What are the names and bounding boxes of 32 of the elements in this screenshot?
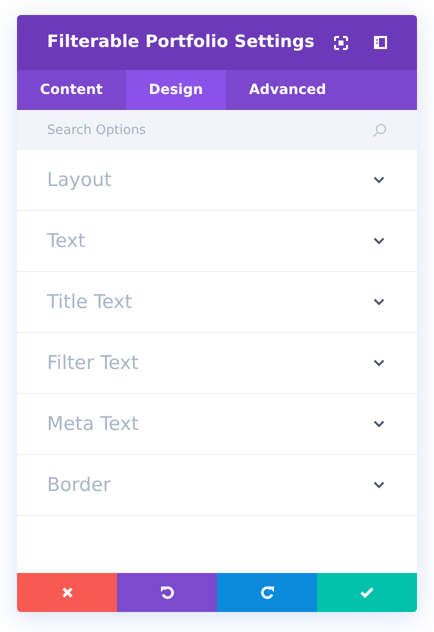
chevron-icon: [373, 481, 385, 489]
check-icon: [360, 587, 374, 598]
section-toggle[interactable]: Layout: [17, 150, 417, 211]
sidebar-toggle-button[interactable]: [374, 36, 387, 49]
chevron-icon: [373, 237, 385, 245]
section-toggle[interactable]: Text: [17, 211, 417, 272]
section-label: Border: [47, 472, 112, 498]
search-field[interactable]: Search Options: [17, 110, 417, 150]
chevron-icon: [373, 298, 385, 306]
tab[interactable]: Content: [17, 70, 126, 110]
section-toggle[interactable]: Meta Text: [17, 394, 417, 455]
close-icon: [62, 587, 72, 598]
undo-button[interactable]: [117, 573, 217, 612]
chevron-icon: [373, 359, 385, 367]
section-label: Text: [47, 228, 86, 254]
tab[interactable]: Design: [126, 70, 226, 110]
undo-icon: [160, 585, 174, 600]
fullscreen-button[interactable]: [334, 36, 348, 50]
section-toggle[interactable]: Border: [17, 455, 417, 516]
window-title: Filterable Portfolio Settings: [47, 30, 316, 54]
section-toggle[interactable]: Filter Text: [17, 333, 417, 394]
tab[interactable]: Advanced: [226, 70, 350, 110]
search-icon: [372, 123, 387, 138]
section-label: Title Text: [47, 290, 134, 315]
chevron-icon: [373, 176, 385, 184]
redo-icon: [260, 585, 274, 600]
section-label: Layout: [47, 168, 113, 193]
chevron-icon: [373, 420, 385, 428]
section-label: Meta Text: [47, 412, 140, 437]
redo-button[interactable]: [217, 573, 317, 612]
section-label: Filter Text: [47, 350, 140, 376]
section-toggle[interactable]: Title Text: [17, 272, 417, 333]
